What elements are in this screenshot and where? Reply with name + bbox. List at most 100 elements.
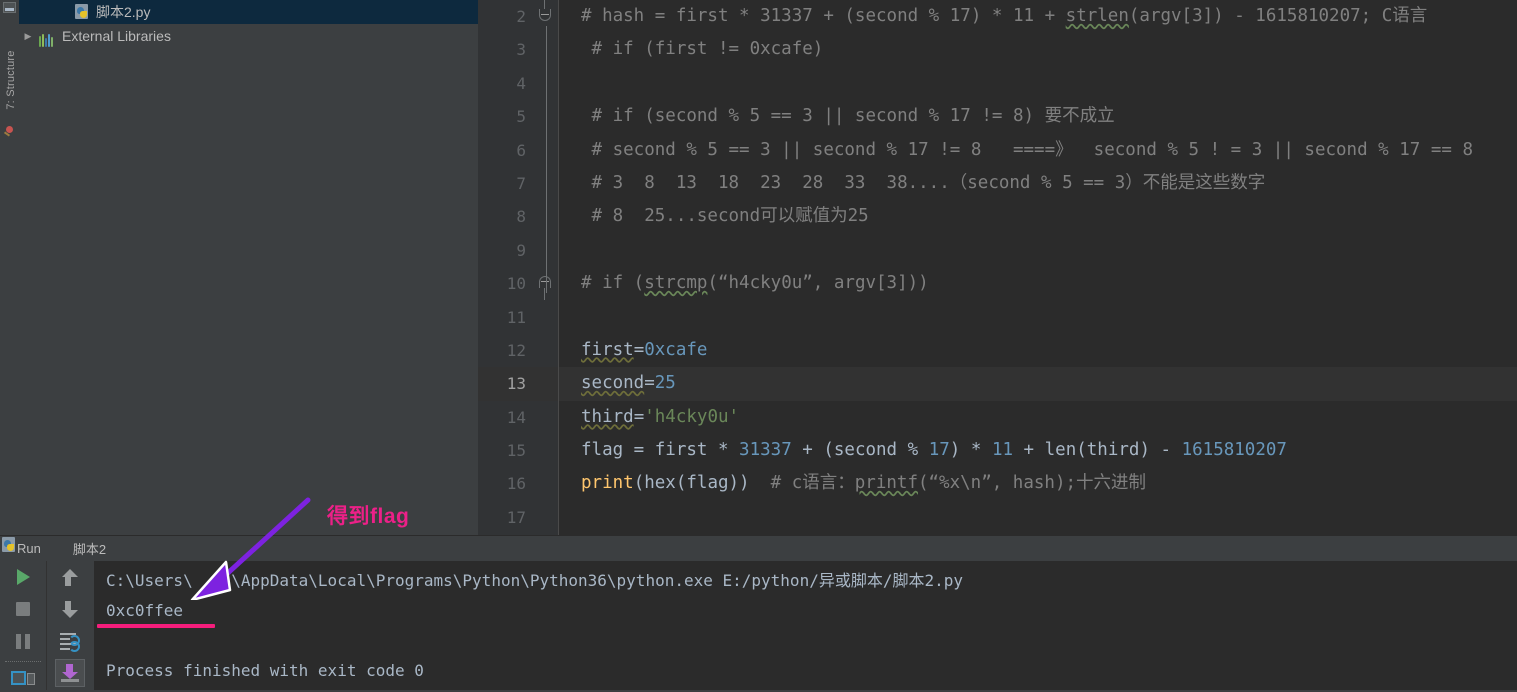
code-line[interactable]: second=25: [559, 367, 1517, 401]
code-line[interactable]: # hash = first * 31337 + (second % 17) *…: [559, 0, 1517, 33]
code-line[interactable]: third='h4cky0u': [559, 401, 1517, 434]
code-line-text: # 3 8 13 18 23 28 33 38....（second % 5 =…: [559, 167, 1266, 200]
code-line[interactable]: # if (strcmp(“h4cky0u”, argv[3])): [559, 267, 1517, 300]
up-button[interactable]: [47, 561, 93, 593]
code-token: =: [633, 406, 645, 427]
run-toolbar: [0, 561, 94, 690]
gutter-line-number[interactable]: 17: [478, 501, 558, 534]
code-line[interactable]: [559, 301, 1517, 334]
code-editor[interactable]: 2 3 4 5 6 7 8 9 10 11 12 13 14 15 16 17 # hash = first …: [478, 0, 1517, 535]
pause-button[interactable]: [0, 625, 46, 657]
run-toolbar-column-left: [0, 561, 47, 690]
code-line-text: # if (first != 0xcafe): [559, 33, 824, 66]
python-file-icon: [73, 3, 93, 21]
code-line[interactable]: first=0xcafe: [559, 334, 1517, 367]
code-token: # hash = first * 31337 + (second % 17) *…: [581, 6, 1066, 26]
code-token: =: [644, 373, 655, 394]
code-line[interactable]: flag = first * 31337 + (second % 17) * 1…: [559, 434, 1517, 467]
code-line-text: # 8 25...second可以赋值为25: [559, 200, 869, 233]
tree-item-script-file[interactable]: 脚本2.py: [19, 0, 478, 24]
arrow-down-icon: [62, 600, 78, 618]
code-token: # if (second % 5 == 3 || second % 17 != …: [581, 106, 1115, 127]
code-line[interactable]: # if (second % 5 == 3 || second % 17 != …: [559, 100, 1517, 133]
code-token: =: [633, 339, 645, 360]
code-line[interactable]: # 3 8 13 18 23 28 33 38....（second % 5 =…: [559, 167, 1517, 200]
code-line-text: flag = first * 31337 + (second % 17) * 1…: [559, 434, 1287, 467]
code-line[interactable]: print(hex(flag)) # c语言：printf(“%x\n”, ha…: [559, 467, 1517, 500]
pause-icon: [16, 633, 30, 649]
code-token: strcmp: [644, 273, 708, 294]
gutter-line-number[interactable]: 12: [478, 334, 558, 367]
code-token: 17: [928, 440, 950, 461]
toolbar-divider: [5, 661, 41, 663]
gutter-line-number[interactable]: 16: [478, 467, 558, 500]
run-tool-window: Run 脚本2 C:\Users\ \AppData\Local\Program…: [0, 535, 1517, 690]
code-token: 'h4cky0u': [644, 406, 740, 427]
code-line[interactable]: [559, 234, 1517, 267]
code-line-text: first=0xcafe: [559, 334, 707, 367]
code-line[interactable]: # second % 5 == 3 || second % 17 != 8 ==…: [559, 134, 1517, 167]
fold-marker-start-icon[interactable]: [539, 0, 552, 22]
window-icon[interactable]: [3, 2, 16, 13]
code-line[interactable]: # if (first != 0xcafe): [559, 33, 1517, 66]
code-token: print: [581, 473, 634, 494]
stop-button[interactable]: [0, 593, 46, 625]
code-token: # if (: [581, 273, 645, 294]
run-button[interactable]: [0, 561, 46, 593]
code-line-text: second=25: [559, 367, 676, 400]
code-token: + len(third) -: [1013, 440, 1182, 461]
pycharm-window: 7: Structure 脚本2.py ▶ External Libraries: [0, 0, 1517, 690]
down-button[interactable]: [47, 593, 93, 625]
code-line-text: third='h4cky0u': [559, 401, 739, 434]
code-token: strlen: [1065, 6, 1129, 26]
code-token: (“%x\n”, hash);十六进制: [917, 473, 1147, 494]
python-icon: [2, 537, 68, 557]
code-line[interactable]: [559, 67, 1517, 100]
show-console-button[interactable]: [0, 666, 46, 692]
arrow-up-icon: [62, 568, 78, 586]
tree-item-label: 脚本2.py: [96, 4, 151, 20]
run-tab-label: 脚本2: [72, 542, 107, 557]
code-token: 1615810207: [1181, 440, 1287, 461]
code-line[interactable]: # 8 25...second可以赋值为25: [559, 200, 1517, 233]
code-line-text: # if (strcmp(“h4cky0u”, argv[3])): [559, 267, 929, 300]
code-line[interactable]: [559, 501, 1517, 534]
code-token: 25: [654, 373, 676, 394]
play-icon: [16, 569, 30, 585]
code-token: printf: [854, 473, 918, 494]
editor-code-area[interactable]: # hash = first * 31337 + (second % 17) *…: [559, 0, 1517, 535]
gutter-line-number[interactable]: 11: [478, 301, 558, 334]
structure-tool-label[interactable]: 7: Structure: [5, 45, 17, 115]
code-line-text: # hash = first * 31337 + (second % 17) *…: [559, 0, 1427, 33]
run-tab[interactable]: 脚本2: [2, 537, 107, 558]
tree-item-external-libraries[interactable]: ▶ External Libraries: [19, 24, 478, 48]
run-window-header: Run 脚本2: [0, 536, 1517, 562]
scroll-to-end-icon: [61, 664, 79, 682]
code-token: # 8 25...second可以赋值为25: [581, 206, 869, 227]
scroll-to-end-button[interactable]: [55, 659, 85, 687]
code-token: (hex(flag)): [633, 473, 771, 494]
annotation-flag-note: 得到flag: [327, 505, 410, 528]
chevron-right-icon[interactable]: ▶: [19, 31, 37, 41]
editor-gutter[interactable]: 2 3 4 5 6 7 8 9 10 11 12 13 14 15 16 17: [478, 0, 559, 535]
console-line: C:\Users\ \AppData\Local\Programs\Python…: [106, 571, 963, 590]
gutter-line-number[interactable]: 15: [478, 434, 558, 467]
soft-wrap-icon: [60, 632, 80, 652]
code-line-text: # if (second % 5 == 3 || second % 17 != …: [559, 100, 1115, 133]
run-toolbar-column-right: [47, 561, 93, 690]
code-token: (argv[3]) - 1615810207; C语言: [1128, 6, 1428, 26]
run-console-output[interactable]: C:\Users\ \AppData\Local\Programs\Python…: [94, 561, 1517, 690]
code-token: # 3 8 13 18 23 28 33 38....（second % 5 =…: [581, 172, 1266, 193]
tree-item-label: External Libraries: [62, 28, 171, 44]
soft-wrap-button[interactable]: [47, 625, 93, 657]
bulb-icon[interactable]: [3, 126, 16, 139]
stop-icon: [16, 602, 30, 616]
gutter-line-number[interactable]: 14: [478, 401, 558, 434]
code-token: third: [581, 406, 634, 427]
code-token: # if (first != 0xcafe): [581, 39, 824, 60]
code-token: + (second %: [791, 440, 929, 461]
console-icon: [11, 671, 35, 687]
project-tree-panel: 脚本2.py ▶ External Libraries: [19, 0, 479, 535]
gutter-line-number[interactable]: 13: [478, 367, 558, 401]
